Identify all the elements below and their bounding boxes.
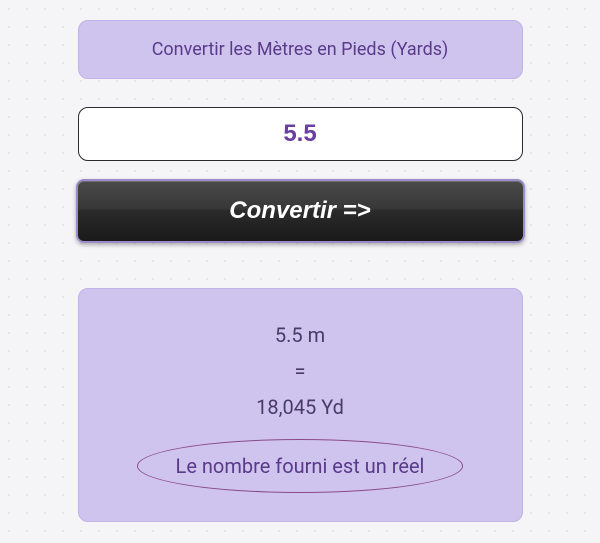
title-text: Convertir les Mètres en Pieds (Yards)	[152, 39, 449, 60]
conversion-title: Convertir les Mètres en Pieds (Yards)	[78, 20, 523, 79]
result-note-text: Le nombre fourni est un réel	[176, 454, 425, 478]
result-equals: =	[99, 355, 502, 387]
result-note-bubble: Le nombre fourni est un réel	[137, 439, 464, 493]
result-target: 18,045 Yd	[99, 391, 502, 423]
result-source: 5.5 m	[99, 319, 502, 351]
convert-button[interactable]: Convertir =>	[76, 179, 525, 243]
value-input[interactable]	[78, 107, 523, 161]
result-panel: 5.5 m = 18,045 Yd Le nombre fourni est u…	[78, 288, 523, 522]
convert-button-label: Convertir =>	[229, 197, 370, 224]
